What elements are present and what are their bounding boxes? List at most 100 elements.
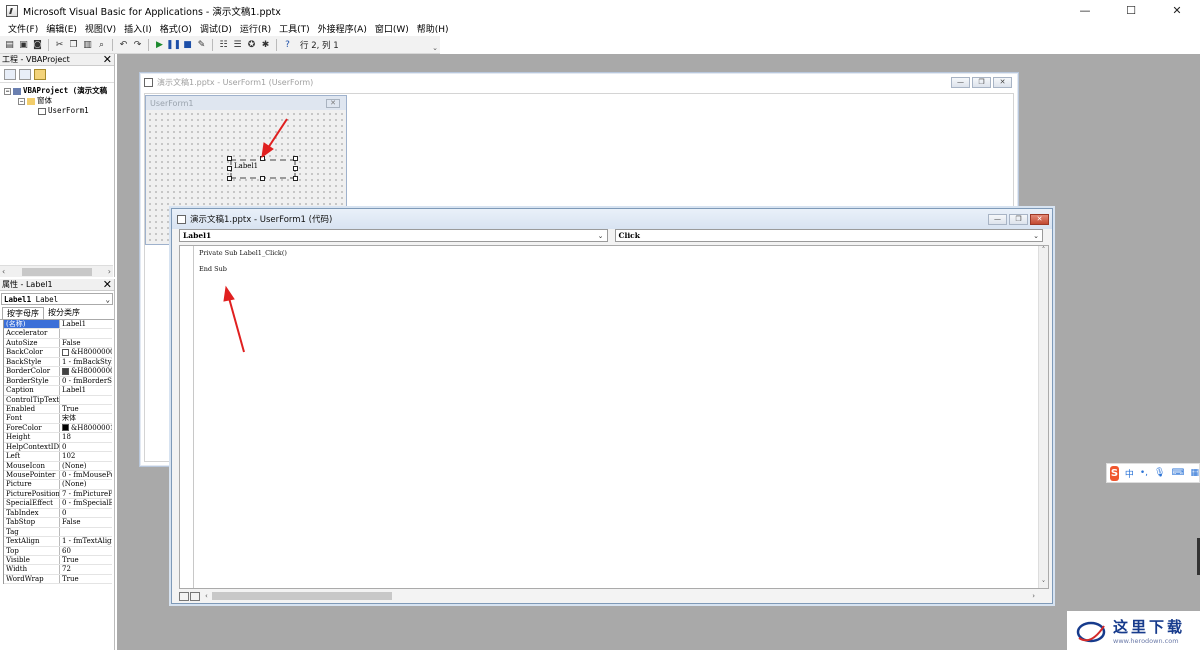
property-value[interactable]: 18 xyxy=(60,433,112,441)
code-editor[interactable]: Private Sub Label1_Click() End Sub ˄ ˅ xyxy=(179,245,1049,589)
property-row[interactable]: PicturePosition7 - fmPicturePositionAbov… xyxy=(4,489,112,500)
property-value[interactable]: Label1 xyxy=(60,320,112,328)
property-row[interactable]: ControlTipText xyxy=(4,395,112,405)
property-value[interactable]: 1 - fmBackStyleOpaque xyxy=(60,358,112,366)
resize-handle[interactable] xyxy=(227,176,232,181)
close-button[interactable]: ✕ xyxy=(993,77,1012,88)
resize-handle[interactable] xyxy=(293,176,298,181)
toolbar-grip-icon[interactable]: ⌄ xyxy=(432,44,438,52)
scroll-right-icon[interactable]: › xyxy=(1032,592,1035,600)
minimize-button[interactable]: — xyxy=(988,214,1007,225)
property-row[interactable]: Picture (None) xyxy=(4,480,112,490)
property-row[interactable]: Width 72 xyxy=(4,565,112,575)
tree-item-vbaproject[interactable]: − VBAProject (演示文稿 xyxy=(0,86,114,96)
object-selector[interactable]: Label1 Label ⌄ xyxy=(1,293,113,305)
property-row[interactable]: Enabled True xyxy=(4,404,112,415)
property-value[interactable]: 宋体 xyxy=(60,414,112,422)
chevron-down-icon[interactable]: ⌄ xyxy=(598,232,604,240)
pause-icon[interactable]: ❚❚ xyxy=(166,39,181,50)
property-value[interactable]: 7 - fmPicturePositionAboveCenter xyxy=(60,490,112,498)
run-icon[interactable]: ▶ xyxy=(154,39,165,50)
copy-icon[interactable]: ❐ xyxy=(68,39,79,50)
property-value[interactable]: (None) xyxy=(60,480,112,488)
property-row[interactable]: (名称) Label1 xyxy=(4,320,112,330)
property-value[interactable]: 1 - fmTextAlignLeft xyxy=(60,537,112,545)
property-row[interactable]: ForeColor&H80000012& xyxy=(4,423,112,434)
project-explorer-icon[interactable]: ☷ xyxy=(218,39,229,50)
properties-window-icon[interactable]: ☰ xyxy=(232,39,243,50)
procedure-combo[interactable]: Click ⌄ xyxy=(614,229,1043,242)
menu-addins[interactable]: 外接程序(A) xyxy=(314,22,371,35)
property-value[interactable]: True xyxy=(60,556,112,564)
resize-handle[interactable] xyxy=(260,156,265,161)
save-icon[interactable]: ◙ xyxy=(32,39,43,50)
property-row[interactable]: BorderStyle0 - fmBorderStyleNone xyxy=(4,376,112,387)
paste-icon[interactable]: ▥ xyxy=(82,39,93,50)
property-value[interactable]: &H80000012& xyxy=(60,424,112,432)
property-value[interactable]: 0 xyxy=(60,509,112,517)
project-panel-hscrollbar[interactable]: ‹ › xyxy=(0,265,113,277)
scroll-up-icon[interactable]: ˄ xyxy=(1042,246,1046,254)
keyboard-icon[interactable]: ⌨ xyxy=(1171,468,1184,478)
object-browser-icon[interactable]: ✪ xyxy=(246,39,257,50)
insert-userform-icon[interactable]: ▣ xyxy=(18,39,29,50)
undo-icon[interactable]: ↶ xyxy=(118,39,129,50)
property-row[interactable]: MouseIcon (None) xyxy=(4,461,112,471)
menu-insert[interactable]: 插入(I) xyxy=(120,22,156,35)
property-value[interactable] xyxy=(60,329,112,337)
property-row[interactable]: Accelerator xyxy=(4,329,112,339)
property-row[interactable]: BackStyle1 - fmBackStyleOpaque xyxy=(4,357,112,368)
redo-icon[interactable]: ↷ xyxy=(132,39,143,50)
menu-run[interactable]: 运行(R) xyxy=(236,22,275,35)
property-value[interactable]: 0 xyxy=(60,443,112,451)
find-icon[interactable]: ⌕ xyxy=(96,39,107,50)
restore-button[interactable]: ❐ xyxy=(1009,214,1028,225)
tree-item-forms-folder[interactable]: − 窗体 xyxy=(0,96,114,106)
property-row[interactable]: Caption Label1 xyxy=(4,386,112,396)
margin-indicator-bar[interactable] xyxy=(180,246,194,588)
ime-toolbar[interactable]: S 中 •, 🎙 ⌨ ▦ xyxy=(1106,463,1200,483)
property-row[interactable]: HelpContextID 0 xyxy=(4,442,112,453)
menu-help[interactable]: 帮助(H) xyxy=(413,22,453,35)
property-row[interactable]: AutoSize False xyxy=(4,338,112,349)
menu-grid-icon[interactable]: ▦ xyxy=(1190,468,1199,478)
scroll-left-icon[interactable]: ‹ xyxy=(2,267,5,276)
resize-handle[interactable] xyxy=(227,166,232,171)
scroll-thumb[interactable] xyxy=(21,267,92,276)
collapse-icon[interactable]: − xyxy=(4,87,11,95)
menu-format[interactable]: 格式(O) xyxy=(156,22,196,35)
microphone-icon[interactable]: 🎙 xyxy=(1154,468,1165,478)
view-code-icon[interactable] xyxy=(4,68,16,80)
property-value[interactable]: True xyxy=(60,405,112,413)
property-row[interactable]: BackColor&H8000000F& xyxy=(4,348,112,358)
property-value[interactable]: &H8000000F& xyxy=(60,348,112,356)
code-window-titlebar[interactable]: 演示文稿1.pptx - UserForm1 (代码) xyxy=(172,209,1052,229)
punctuation-icon[interactable]: •, xyxy=(1140,468,1148,478)
property-value[interactable]: True xyxy=(60,575,112,583)
ime-language[interactable]: 中 xyxy=(1125,467,1134,480)
minimize-button[interactable]: — xyxy=(1062,0,1108,21)
menu-window[interactable]: 窗口(W) xyxy=(371,22,413,35)
menu-tools[interactable]: 工具(T) xyxy=(275,22,314,35)
property-row[interactable]: Top 60 xyxy=(4,546,112,556)
menu-edit[interactable]: 编辑(E) xyxy=(42,22,81,35)
userform-window-titlebar[interactable]: 演示文稿1.pptx - UserForm1 (UserForm) xyxy=(140,73,1018,91)
property-value[interactable]: (None) xyxy=(60,462,112,470)
property-value[interactable]: 72 xyxy=(60,565,112,573)
property-row[interactable]: TabIndex 0 xyxy=(4,508,112,519)
scroll-left-icon[interactable]: ‹ xyxy=(205,592,208,600)
procedure-view-icon[interactable] xyxy=(179,591,189,601)
property-value[interactable]: 60 xyxy=(60,547,112,555)
code-vscrollbar[interactable]: ˄ ˅ xyxy=(1038,246,1048,588)
object-combo[interactable]: Label1 ⌄ xyxy=(179,229,608,242)
scroll-right-icon[interactable]: › xyxy=(108,267,111,276)
property-value[interactable]: False xyxy=(60,518,112,526)
property-value[interactable]: 0 - fmMousePointerDefault xyxy=(60,471,112,479)
full-module-view-icon[interactable] xyxy=(190,591,200,601)
scroll-thumb[interactable] xyxy=(211,592,392,600)
chevron-down-icon[interactable]: ⌄ xyxy=(1033,232,1039,240)
help-icon[interactable]: ? xyxy=(282,39,293,50)
close-button[interactable]: ✕ xyxy=(1030,214,1049,225)
code-window[interactable]: 演示文稿1.pptx - UserForm1 (代码) — ❐ ✕ Label1… xyxy=(171,208,1053,604)
property-value[interactable]: 102 xyxy=(60,452,112,460)
